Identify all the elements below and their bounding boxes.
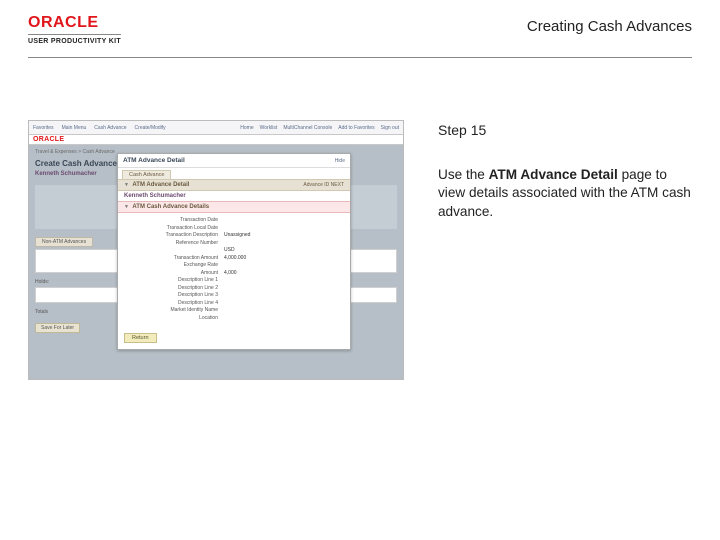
app-brand-logo: ORACLE (33, 136, 64, 143)
modal-title: ATM Advance Detail (123, 157, 185, 164)
collapse-arrow-icon[interactable]: ▼ (124, 182, 129, 188)
field-row: Transaction Amount4,000.000 (124, 255, 344, 261)
nav-link[interactable]: Sign out (381, 125, 399, 131)
field-row: Market Identity Name (124, 307, 344, 313)
field-row: USD (124, 247, 344, 253)
field-label: Location (124, 315, 224, 321)
nav-item[interactable]: Create/Modify (135, 125, 166, 131)
field-row: Reference Number (124, 240, 344, 246)
nav-item[interactable]: Favorites (33, 125, 54, 131)
field-value: 4,000.000 (224, 255, 246, 261)
save-for-later-button[interactable]: Save For Later (35, 323, 80, 333)
field-label: Transaction Date (124, 217, 224, 223)
modal-hide-link[interactable]: Hide (335, 158, 345, 164)
step-label: Step 15 (438, 122, 692, 138)
field-value: Unassigned (224, 232, 250, 238)
field-row: Transaction Date (124, 217, 344, 223)
nav-item[interactable]: Main Menu (62, 125, 87, 131)
field-label: Market Identity Name (124, 307, 224, 313)
step-text: Use the ATM Advance Detail page to view … (438, 166, 692, 221)
oracle-logo: ORACLE (28, 14, 121, 35)
modal-footer: Return (118, 328, 350, 349)
app-screenshot: Favorites Main Menu Cash Advance Create/… (28, 120, 404, 380)
field-label: Description Line 3 (124, 292, 224, 298)
field-row: Description Line 4 (124, 300, 344, 306)
field-label: Amount (124, 270, 224, 276)
oracle-logo-subtitle: USER PRODUCTIVITY KIT (28, 38, 121, 45)
nav-link[interactable]: Worklist (260, 125, 278, 131)
section-label: ATM Cash Advance Details (132, 204, 209, 210)
section-label: ATM Advance Detail (132, 182, 189, 188)
field-row: Transaction DescriptionUnassigned (124, 232, 344, 238)
field-row: Description Line 2 (124, 285, 344, 291)
field-label: Reference Number (124, 240, 224, 246)
field-label: Description Line 1 (124, 277, 224, 283)
field-label: Transaction Amount (124, 255, 224, 261)
field-row: Exchange Rate (124, 262, 344, 268)
doc-header: ORACLE USER PRODUCTIVITY KIT Creating Ca… (0, 0, 720, 51)
field-row: Amount4,000 (124, 270, 344, 276)
field-label: Exchange Rate (124, 262, 224, 268)
field-row: Location (124, 315, 344, 321)
modal-tabs: Cash Advance (118, 168, 350, 179)
atm-advance-detail-modal: ATM Advance Detail Hide Cash Advance ▼ A… (117, 153, 351, 350)
step-text-bold: ATM Advance Detail (489, 167, 618, 182)
nav-item[interactable]: Cash Advance (94, 125, 126, 131)
bg-tab[interactable]: Non-ATM Advances (35, 237, 93, 247)
field-label (124, 247, 224, 253)
field-label: Description Line 4 (124, 300, 224, 306)
field-row: Description Line 3 (124, 292, 344, 298)
field-label: Transaction Local Date (124, 225, 224, 231)
field-value: USD (224, 247, 235, 253)
collapse-arrow-icon[interactable]: ▼ (124, 204, 129, 210)
app-topnav: Favorites Main Menu Cash Advance Create/… (29, 121, 403, 135)
modal-titlebar: ATM Advance Detail Hide (118, 154, 350, 168)
instruction-column: Step 15 Use the ATM Advance Detail page … (438, 120, 692, 380)
return-button[interactable]: Return (124, 333, 157, 343)
modal-user: Kenneth Schumacher (118, 191, 350, 201)
nav-link[interactable]: Add to Favorites (338, 125, 374, 131)
modal-tab-cash-advance[interactable]: Cash Advance (122, 170, 171, 179)
field-label: Transaction Description (124, 232, 224, 238)
modal-section-atm-advance-detail: ▼ ATM Advance Detail Advance ID NEXT (118, 179, 350, 191)
content-row: Favorites Main Menu Cash Advance Create/… (0, 58, 720, 380)
modal-body: Transaction Date Transaction Local Date … (118, 213, 350, 328)
doc-title: Creating Cash Advances (527, 18, 692, 35)
field-row: Description Line 1 (124, 277, 344, 283)
nav-link[interactable]: Home (240, 125, 253, 131)
step-text-prefix: Use the (438, 167, 489, 182)
field-row: Transaction Local Date (124, 225, 344, 231)
advance-id-label: Advance ID NEXT (303, 182, 344, 188)
modal-section-atm-cash-advance-details: ▼ ATM Cash Advance Details (118, 201, 350, 213)
app-brand-bar: ORACLE (29, 135, 403, 145)
field-value: 4,000 (224, 270, 237, 276)
nav-link[interactable]: MultiChannel Console (283, 125, 332, 131)
field-label: Description Line 2 (124, 285, 224, 291)
oracle-logo-block: ORACLE USER PRODUCTIVITY KIT (28, 14, 121, 45)
